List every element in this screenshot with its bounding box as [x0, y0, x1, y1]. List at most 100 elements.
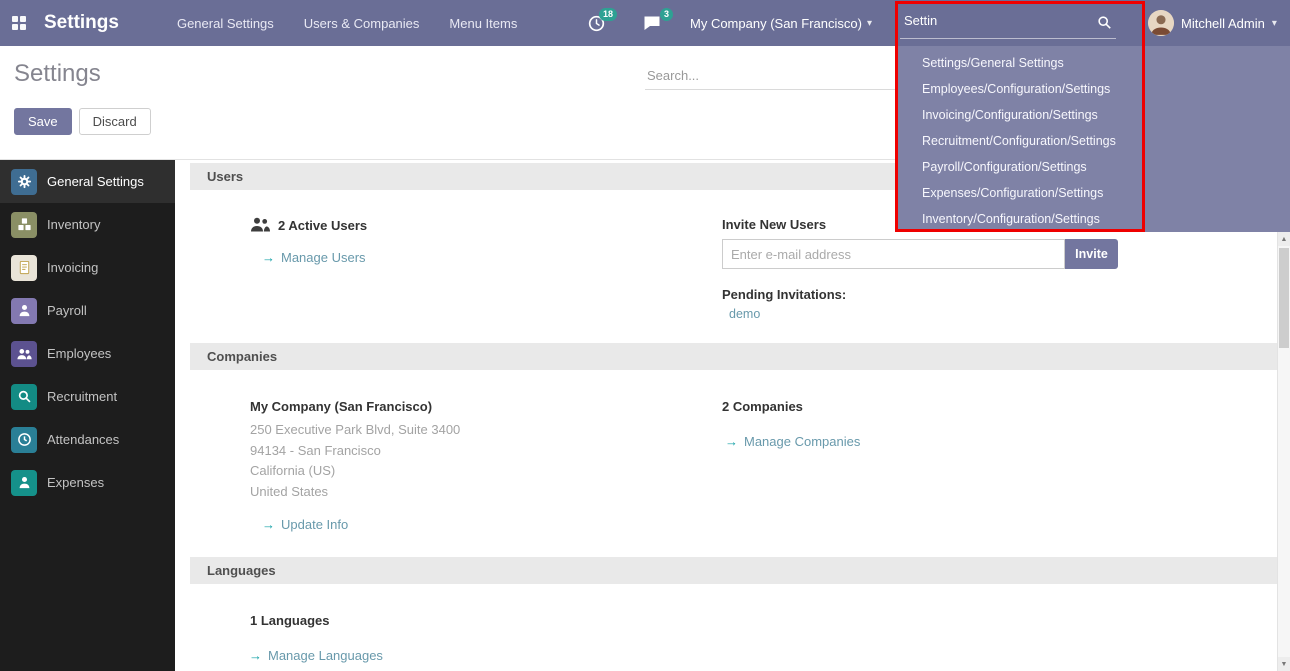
active-users-count: 2 Active Users: [278, 218, 367, 233]
sidebar-item-label: Payroll: [47, 303, 87, 318]
pending-invitations-label: Pending Invitations:: [722, 287, 846, 302]
arrow-right-icon: [262, 517, 275, 532]
clock-icon: 18: [588, 15, 605, 32]
pending-invitation-user-link[interactable]: demo: [729, 307, 760, 321]
search-results-dropdown: Settings/General Settings Employees/Conf…: [895, 46, 1290, 232]
people-icon: [250, 216, 270, 235]
inventory-boxes-icon: [11, 212, 37, 238]
invite-button[interactable]: Invite: [1065, 239, 1118, 269]
company-name: My Company (San Francisco): [250, 399, 432, 414]
sidebar-item-label: General Settings: [47, 174, 144, 189]
search-result-item[interactable]: Invoicing/Configuration/Settings: [895, 102, 1290, 128]
search-result-item[interactable]: Payroll/Configuration/Settings: [895, 154, 1290, 180]
company-address: 250 Executive Park Blvd, Suite 3400 9413…: [250, 420, 460, 502]
update-info-link[interactable]: Update Info: [262, 517, 348, 532]
companies-count: 2 Companies: [722, 399, 803, 414]
vertical-scrollbar[interactable]: [1277, 232, 1290, 671]
activity-count-badge: 18: [599, 8, 617, 21]
arrow-right-icon: [725, 434, 738, 449]
sidebar-item-label: Inventory: [47, 217, 100, 232]
company-switcher[interactable]: My Company (San Francisco): [690, 0, 872, 46]
sidebar-item-invoicing[interactable]: Invoicing: [0, 246, 175, 289]
menu-general-settings[interactable]: General Settings: [177, 16, 274, 31]
arrow-right-icon: [262, 250, 275, 265]
sidebar-item-expenses[interactable]: Expenses: [0, 461, 175, 504]
section-title: Languages: [207, 563, 276, 578]
sidebar-item-general-settings[interactable]: General Settings: [0, 160, 175, 203]
link-label: Manage Languages: [268, 648, 383, 663]
sidebar-item-recruitment[interactable]: Recruitment: [0, 375, 175, 418]
manage-companies-link[interactable]: Manage Companies: [725, 434, 860, 449]
top-menu: General Settings Users & Companies Menu …: [177, 16, 517, 31]
payroll-person-icon: [11, 298, 37, 324]
search-result-item[interactable]: Recruitment/Configuration/Settings: [895, 128, 1290, 154]
user-menu[interactable]: Mitchell Admin: [1148, 0, 1277, 46]
sidebar-item-employees[interactable]: Employees: [0, 332, 175, 375]
scroll-up-arrow-icon[interactable]: [1278, 232, 1290, 246]
sidebar-item-label: Recruitment: [47, 389, 117, 404]
address-line: 94134 - San Francisco: [250, 441, 460, 462]
menu-search-input[interactable]: [900, 7, 1116, 39]
apps-menu-icon[interactable]: [12, 16, 26, 30]
languages-count: 1 Languages: [250, 613, 329, 628]
address-line: California (US): [250, 461, 460, 482]
link-label: Update Info: [281, 517, 348, 532]
search-result-item[interactable]: Employees/Configuration/Settings: [895, 76, 1290, 102]
employees-people-icon: [11, 341, 37, 367]
sidebar-item-label: Invoicing: [47, 260, 98, 275]
settings-content: Users 2 Active Users Manage Users Invite…: [175, 160, 1290, 671]
attendance-clock-icon: [11, 427, 37, 453]
search-result-item[interactable]: Settings/General Settings: [895, 50, 1290, 76]
sidebar-item-attendances[interactable]: Attendances: [0, 418, 175, 461]
avatar: [1148, 10, 1174, 36]
save-button[interactable]: Save: [14, 108, 72, 135]
page-title: Settings: [14, 60, 101, 88]
address-line: 250 Executive Park Blvd, Suite 3400: [250, 420, 460, 441]
control-panel-buttons: Save Discard: [14, 108, 151, 135]
app-title[interactable]: Settings: [44, 12, 119, 34]
message-count-badge: 3: [660, 8, 673, 21]
invoice-document-icon: [11, 255, 37, 281]
invite-email-field[interactable]: [722, 239, 1065, 269]
invite-row: Invite: [722, 239, 1118, 269]
address-line: United States: [250, 482, 460, 503]
scroll-down-arrow-icon[interactable]: [1278, 657, 1290, 671]
settings-body: General Settings Inventory Invoicing Pay…: [0, 160, 1290, 671]
section-title: Companies: [207, 349, 277, 364]
sidebar-item-payroll[interactable]: Payroll: [0, 289, 175, 332]
link-label: Manage Companies: [744, 434, 860, 449]
expenses-person-icon: [11, 470, 37, 496]
menu-search: [900, 7, 1116, 39]
search-icon[interactable]: [1097, 15, 1112, 33]
chevron-down-icon: [867, 18, 872, 29]
invite-new-users-title: Invite New Users: [722, 217, 826, 232]
active-users-summary: 2 Active Users: [250, 216, 367, 235]
sidebar-item-inventory[interactable]: Inventory: [0, 203, 175, 246]
sidebar-item-label: Expenses: [47, 475, 104, 490]
link-label: Manage Users: [281, 250, 366, 265]
manage-users-link[interactable]: Manage Users: [262, 250, 366, 265]
sidebar-item-label: Employees: [47, 346, 111, 361]
discard-button[interactable]: Discard: [79, 108, 151, 135]
settings-sidebar: General Settings Inventory Invoicing Pay…: [0, 160, 175, 671]
section-header-companies: Companies: [190, 343, 1277, 370]
sidebar-item-label: Attendances: [47, 432, 119, 447]
chat-bubble-icon: 3: [643, 15, 661, 31]
arrow-right-icon: [249, 648, 262, 663]
manage-languages-link[interactable]: Manage Languages: [249, 648, 383, 663]
menu-menu-items[interactable]: Menu Items: [449, 16, 517, 31]
gear-icon: [11, 169, 37, 195]
section-header-languages: Languages: [190, 557, 1277, 584]
recruitment-magnifier-icon: [11, 384, 37, 410]
search-result-item[interactable]: Inventory/Configuration/Settings: [895, 206, 1290, 232]
company-name: My Company (San Francisco): [690, 16, 862, 31]
chevron-down-icon: [1272, 18, 1277, 29]
activities-button[interactable]: 18: [588, 0, 605, 46]
section-title: Users: [207, 169, 243, 184]
scrollbar-thumb[interactable]: [1279, 248, 1289, 348]
menu-users-companies[interactable]: Users & Companies: [304, 16, 420, 31]
user-name: Mitchell Admin: [1181, 16, 1265, 31]
top-navbar: Settings General Settings Users & Compan…: [0, 0, 1290, 46]
messages-button[interactable]: 3: [643, 0, 661, 46]
search-result-item[interactable]: Expenses/Configuration/Settings: [895, 180, 1290, 206]
